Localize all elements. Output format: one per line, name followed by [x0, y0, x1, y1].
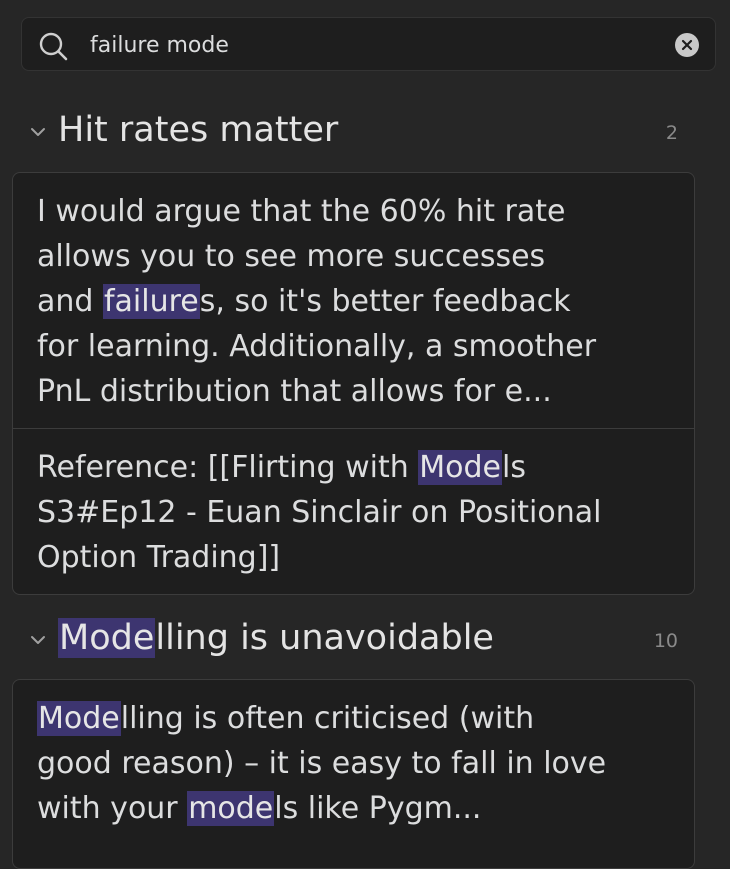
text-fragment: for learning. Additionally, a smoother	[37, 329, 597, 364]
search-match-highlight: mode	[187, 791, 275, 826]
result-file-title[interactable]: Hit rates matter	[58, 110, 338, 150]
text-fragment: ls like Pygm...	[274, 791, 482, 826]
text-fragment: lling is unavoidable	[155, 618, 494, 658]
clear-search-icon[interactable]	[675, 33, 699, 57]
search-input[interactable]	[90, 28, 670, 62]
snippet-line: I would argue that the 60% hit rate	[37, 189, 670, 234]
text-fragment: I would argue that the 60% hit rate	[37, 194, 566, 229]
text-fragment: ls	[502, 450, 526, 485]
snippet-line: Modelling is often criticised (with	[37, 696, 670, 741]
snippet-line: and failures, so it's better feedback	[37, 279, 670, 324]
result-group-header[interactable]: Hit rates matter 2	[24, 110, 690, 158]
text-fragment: lling is often criticised (with	[120, 701, 535, 736]
text-fragment: allows you to see more successes	[37, 239, 546, 274]
result-card: Modelling is often criticised (with good …	[12, 679, 695, 869]
close-icon	[681, 39, 693, 51]
match-count: 2	[665, 122, 678, 144]
result-file-title[interactable]: Modelling is unavoidable	[58, 618, 494, 658]
text-fragment: Option Trading]]	[37, 540, 281, 575]
snippet-line: for learning. Additionally, a smoother	[37, 324, 670, 369]
text-fragment: S3#Ep12 - Euan Sinclair on Positional	[37, 495, 602, 530]
snippet-line: Reference: [[Flirting with Models	[37, 445, 670, 490]
snippet-line: S3#Ep12 - Euan Sinclair on Positional	[37, 490, 670, 535]
search-match-highlight: Mode	[37, 701, 121, 736]
search-bar[interactable]	[21, 17, 716, 71]
search-match-highlight: failure	[102, 284, 200, 319]
snippet-line: Option Trading]]	[37, 535, 670, 580]
match-count: 10	[653, 630, 678, 652]
snippet-line: good reason) – it is easy to fall in lov…	[37, 741, 670, 786]
search-match-highlight: Mode	[418, 450, 503, 485]
chevron-down-icon[interactable]	[28, 630, 48, 650]
search-icon	[39, 32, 68, 61]
text-fragment: good reason) – it is easy to fall in lov…	[37, 746, 607, 781]
text-fragment: Reference: [[Flirting with	[37, 450, 419, 485]
text-fragment: and	[37, 284, 103, 319]
search-result-snippet[interactable]: Modelling is often criticised (with good …	[13, 680, 694, 849]
snippet-line: allows you to see more successes	[37, 234, 670, 279]
chevron-down-icon[interactable]	[28, 122, 48, 142]
snippet-line: with your models like Pygm...	[37, 786, 670, 831]
result-group-header[interactable]: Modelling is unavoidable 10	[24, 618, 690, 666]
search-result-snippet[interactable]: I would argue that the 60% hit rate allow…	[13, 173, 694, 428]
text-fragment: s, so it's better feedback	[199, 284, 571, 319]
text-fragment: PnL distribution that allows for e...	[37, 374, 552, 409]
snippet-line: PnL distribution that allows for e...	[37, 369, 670, 414]
text-fragment: with your	[37, 791, 188, 826]
search-result-snippet[interactable]: Reference: [[Flirting with Models S3#Ep12…	[13, 428, 694, 594]
result-card: I would argue that the 60% hit rate allow…	[12, 172, 695, 595]
search-match-highlight: Mode	[58, 618, 156, 658]
